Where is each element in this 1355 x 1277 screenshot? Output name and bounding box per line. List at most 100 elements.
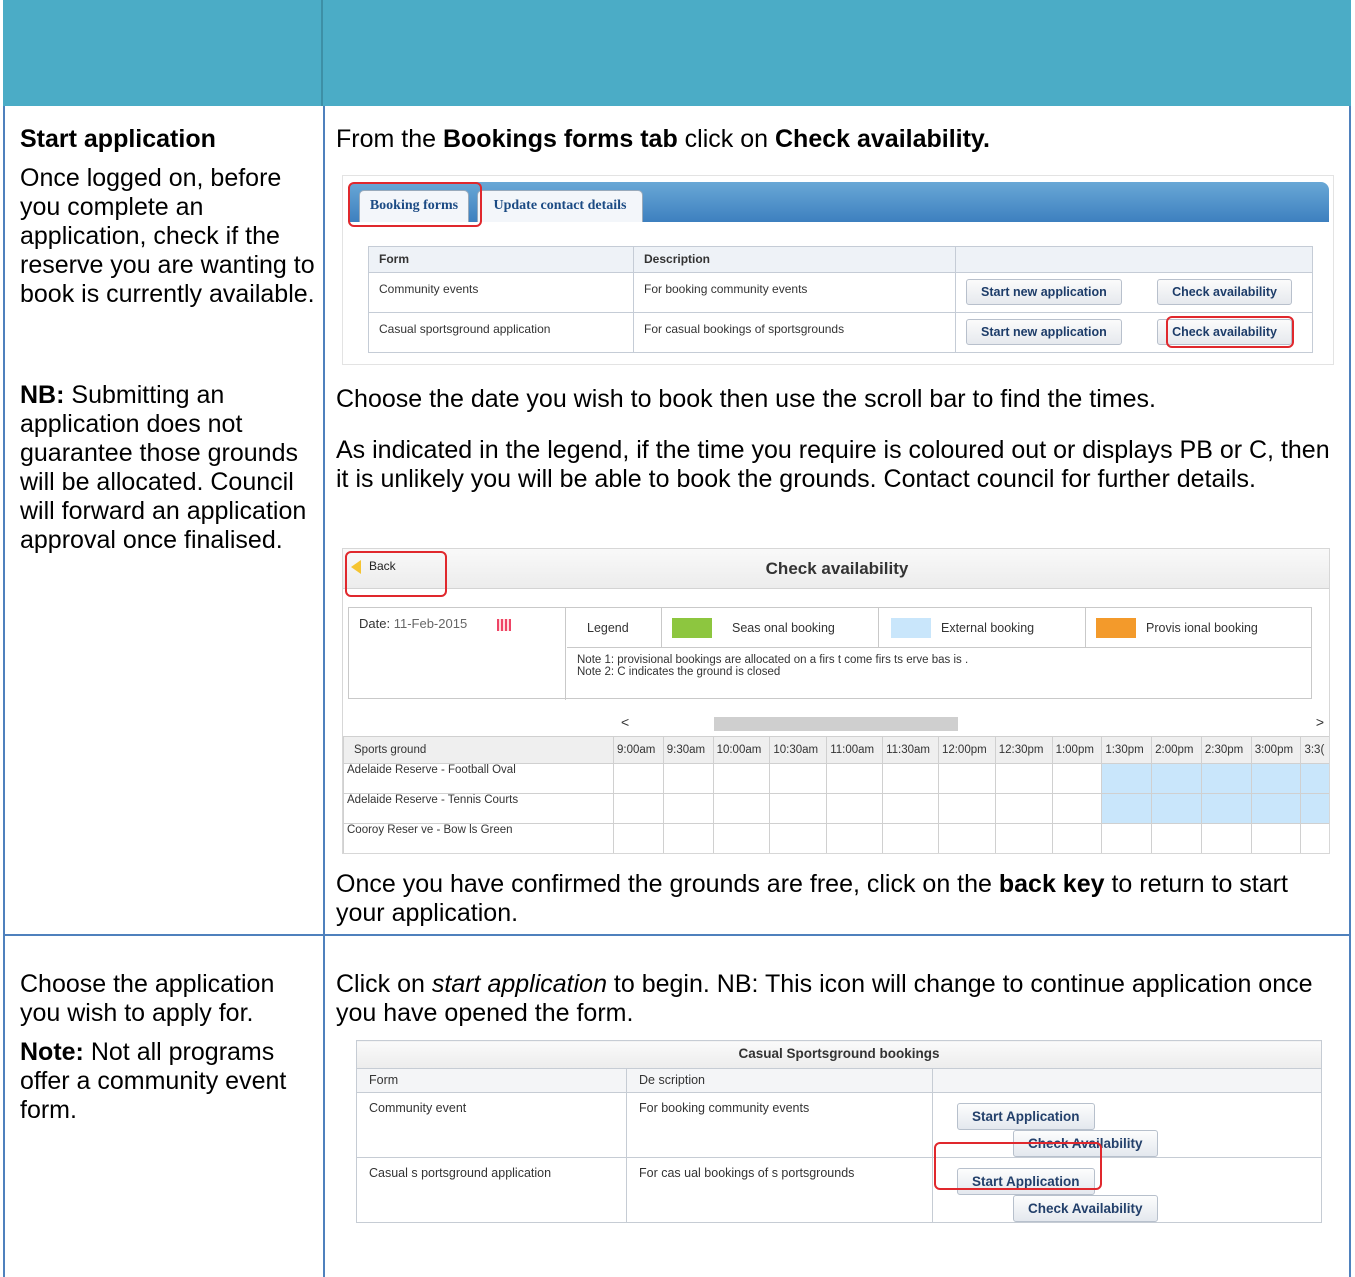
- external-label: External booking: [941, 621, 1035, 635]
- ground-name: Adelaide Reserve - Tennis Courts: [343, 793, 614, 824]
- choose-date-text: Choose the date you wish to book then us…: [336, 385, 1156, 413]
- casual-bookings-table: Casual Sportsground bookings Form De scr…: [356, 1040, 1322, 1223]
- form-name: Casual sportsground application: [368, 312, 634, 353]
- col-sportsground: Sports ground: [343, 736, 614, 764]
- filter-panel: Date: 11-Feb-2015 Legend Seas onal booki…: [348, 607, 1312, 700]
- scroll-thumb[interactable]: [714, 717, 958, 731]
- header-cell-right: [323, 0, 1351, 106]
- provisional-swatch: [1096, 618, 1136, 638]
- time-col: 9:00am: [613, 736, 664, 764]
- booked-slot[interactable]: [1101, 793, 1153, 824]
- col-form: Form: [368, 246, 634, 273]
- check-availability-button[interactable]: Check Availability: [1013, 1195, 1158, 1222]
- row1-left-cell: Start application Once logged on, before…: [20, 125, 315, 565]
- tab-update-contact-details[interactable]: Update contact details: [477, 190, 643, 222]
- date-input[interactable]: 11-Feb-2015: [394, 616, 494, 631]
- table-column-divider: [323, 106, 325, 1277]
- booked-slot[interactable]: [1101, 763, 1153, 794]
- form-description: For booking community events: [626, 1092, 933, 1158]
- booked-slot[interactable]: [1300, 763, 1329, 794]
- form-name: Casual s portsground application: [356, 1157, 627, 1223]
- booked-slot[interactable]: [1300, 793, 1329, 824]
- booked-slot[interactable]: [1250, 763, 1302, 794]
- scroll-left-icon[interactable]: <: [621, 714, 629, 730]
- casual-bookings-caption: Casual Sportsground bookings: [356, 1040, 1322, 1069]
- highlight-back: [345, 551, 447, 597]
- time-col: 10:00am: [712, 736, 771, 764]
- highlight-start-application: [934, 1142, 1102, 1190]
- scroll-right-icon[interactable]: >: [1316, 714, 1324, 730]
- legend-provisional: Provis ional booking: [1086, 608, 1312, 648]
- nb-paragraph: NB: Submitting an application does not g…: [20, 381, 315, 555]
- time-col: 3:00pm: [1250, 736, 1302, 764]
- booked-slot[interactable]: [1250, 793, 1302, 824]
- booked-slot[interactable]: [1151, 793, 1202, 824]
- col-description: Description: [633, 246, 956, 273]
- highlight-booking-forms: [348, 182, 482, 227]
- start-new-application-button[interactable]: Start new application: [966, 279, 1122, 305]
- check-availability-screenshot: Check availability Back Date: 11-Feb-201…: [342, 548, 1330, 854]
- start-application-ref: start application: [431, 970, 607, 998]
- legend-seasonal: Seas onal booking: [662, 608, 879, 648]
- date-label: Date:: [359, 616, 391, 631]
- start-application-instructions: Click on start application to begin. NB:…: [336, 970, 1336, 1028]
- start-application-button[interactable]: Start Application: [957, 1103, 1095, 1130]
- outro-prefix: Once you have confirmed the grounds are …: [336, 870, 999, 898]
- choose-application-text: Choose the application you wish to apply…: [20, 970, 275, 1027]
- table-row: Casual s portsground application For cas…: [356, 1157, 1322, 1223]
- legend-explanation-text: As indicated in the legend, if the time …: [336, 436, 1330, 493]
- time-col: 2:00pm: [1151, 736, 1202, 764]
- form-name: Community events: [368, 272, 634, 313]
- table-row: Community event For booking community ev…: [356, 1092, 1322, 1158]
- time-col: 3:3(: [1300, 736, 1329, 764]
- booked-slot[interactable]: [1200, 763, 1252, 794]
- availability-grid: Sports ground 9:00am 9:30am 10:00am 10:3…: [343, 736, 1329, 853]
- time-col: 12:00pm: [937, 736, 996, 764]
- table-row: Community events For booking community e…: [368, 272, 1313, 313]
- check-availability-button[interactable]: Check availability: [1157, 279, 1292, 305]
- table-row: Adelaide Reserve - Tennis Courts: [343, 793, 1329, 824]
- col-actions: [932, 1068, 1322, 1093]
- back-key-text: Once you have confirmed the grounds are …: [336, 870, 1336, 928]
- note-paragraph: Note: Not all programs offer a community…: [20, 1038, 315, 1125]
- note-2: Note 2: C indicates the ground is closed: [577, 666, 781, 678]
- bookings-forms-tab-ref: Bookings forms tab: [442, 125, 678, 153]
- time-col: 12:30pm: [994, 736, 1053, 764]
- table-border-right: [1349, 106, 1351, 1277]
- calendar-icon[interactable]: [497, 618, 512, 631]
- date-cell: Date: 11-Feb-2015: [349, 608, 566, 700]
- form-actions: Start new application Check availability: [955, 272, 1313, 313]
- start-application-description: Once logged on, before you complete an a…: [20, 164, 315, 308]
- provisional-label: Provis ional booking: [1146, 621, 1258, 635]
- legend-row: Legend Seas onal booking External bookin…: [567, 608, 1312, 648]
- start-application-heading: Start application: [20, 125, 216, 153]
- form-description: For casual bookings of sportsgrounds: [633, 312, 956, 353]
- table-border-left: [3, 106, 5, 1277]
- external-swatch: [891, 618, 931, 638]
- legend-external: External booking: [879, 608, 1086, 648]
- tab-bar: Booking forms Update contact details: [349, 182, 1329, 222]
- table-row: Adelaide Reserve - Football Oval: [343, 763, 1329, 794]
- back-key-ref: back key: [998, 870, 1105, 898]
- booked-slot[interactable]: [1151, 763, 1202, 794]
- form-name: Community event: [356, 1092, 627, 1158]
- form-description: For booking community events: [633, 272, 956, 313]
- intro-mid: click on: [677, 125, 775, 153]
- note-label: Note:: [20, 1038, 84, 1066]
- booked-slot[interactable]: [1200, 793, 1252, 824]
- ground-name: Cooroy Reser ve - Bow ls Green: [343, 823, 614, 853]
- time-col: 1:00pm: [1051, 736, 1103, 764]
- casual-bookings-screenshot: Casual Sportsground bookings Form De scr…: [356, 1040, 1322, 1223]
- row2-left-cell: Choose the application you wish to apply…: [20, 970, 315, 1135]
- highlight-check-availability: [1166, 316, 1294, 348]
- horizontal-scrollbar[interactable]: < >: [618, 714, 1324, 734]
- intro2-prefix: Click on: [336, 970, 432, 998]
- time-col: 1:30pm: [1101, 736, 1153, 764]
- form-description: For cas ual bookings of s portsgrounds: [626, 1157, 933, 1223]
- row-divider: [3, 934, 1351, 936]
- start-new-application-button[interactable]: Start new application: [966, 319, 1122, 345]
- col-description: De scription: [626, 1068, 933, 1093]
- legend-notes: Note 1: provisional bookings are allocat…: [577, 654, 968, 678]
- time-col: 9:30am: [662, 736, 714, 764]
- col-form: Form: [356, 1068, 627, 1093]
